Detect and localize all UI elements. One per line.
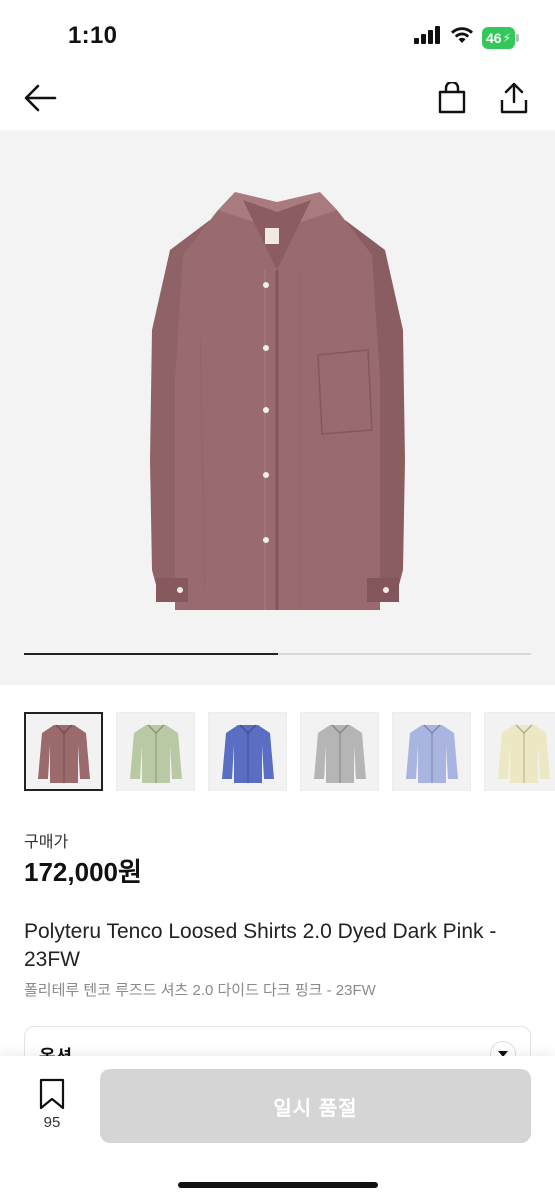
share-button[interactable]	[496, 80, 532, 116]
thumbnail-strip	[24, 712, 555, 791]
status-bar: 1:10 46 ⚡	[0, 0, 555, 66]
top-nav	[0, 66, 555, 130]
thumbnail-5[interactable]	[392, 712, 471, 791]
thumbnail-4[interactable]	[300, 712, 379, 791]
bookmark-icon	[39, 1078, 65, 1110]
signal-icon	[413, 26, 442, 49]
shopping-bag-button[interactable]	[434, 80, 470, 116]
price: 172,000원	[24, 857, 142, 887]
thumbnail-1[interactable]	[24, 712, 103, 791]
bookmark-button[interactable]: 95	[30, 1078, 74, 1131]
bottom-action-bar: 95 일시 품절	[0, 1056, 555, 1200]
thumbnail-shirt-image	[129, 723, 182, 783]
sold-out-button[interactable]: 일시 품절	[100, 1069, 531, 1143]
thumbnail-shirt-image	[497, 723, 550, 783]
status-icons: 46 ⚡	[413, 26, 519, 49]
bookmark-count: 95	[43, 1114, 61, 1131]
shopping-bag-icon	[438, 82, 466, 114]
thumbnail-shirt-image	[37, 723, 90, 783]
battery-level: 46 ⚡	[481, 26, 515, 49]
thumbnail-3[interactable]	[208, 712, 287, 791]
thumbnail-shirt-image	[405, 723, 458, 783]
battery-indicator: 46 ⚡	[481, 26, 519, 49]
thumbnail-shirt-image	[313, 723, 366, 783]
status-time: 1:10	[68, 22, 118, 49]
charging-icon: ⚡	[502, 30, 511, 45]
product-title: Polyteru Tenco Loosed Shirts 2.0 Dyed Da…	[24, 920, 497, 971]
shirt-image	[150, 192, 405, 610]
battery-percent: 46	[485, 29, 502, 46]
battery-tip	[516, 33, 519, 42]
thumbnail-2[interactable]	[116, 712, 195, 791]
thumbnail-6[interactable]	[484, 712, 555, 791]
back-button[interactable]	[22, 80, 58, 116]
price-label: 구매가	[24, 834, 69, 851]
thumbnail-shirt-image	[221, 723, 274, 783]
share-icon	[500, 82, 528, 114]
carousel-progress-fill	[24, 653, 278, 655]
home-indicator	[178, 1182, 378, 1188]
product-subtitle-korean: 폴리테루 텐코 루즈드 셔츠 2.0 다이드 다크 핑크 - 23FW	[24, 982, 376, 999]
arrow-left-icon	[24, 84, 57, 112]
product-image-carousel[interactable]	[0, 130, 555, 685]
carousel-progress-track	[24, 653, 531, 655]
wifi-icon	[450, 26, 474, 49]
